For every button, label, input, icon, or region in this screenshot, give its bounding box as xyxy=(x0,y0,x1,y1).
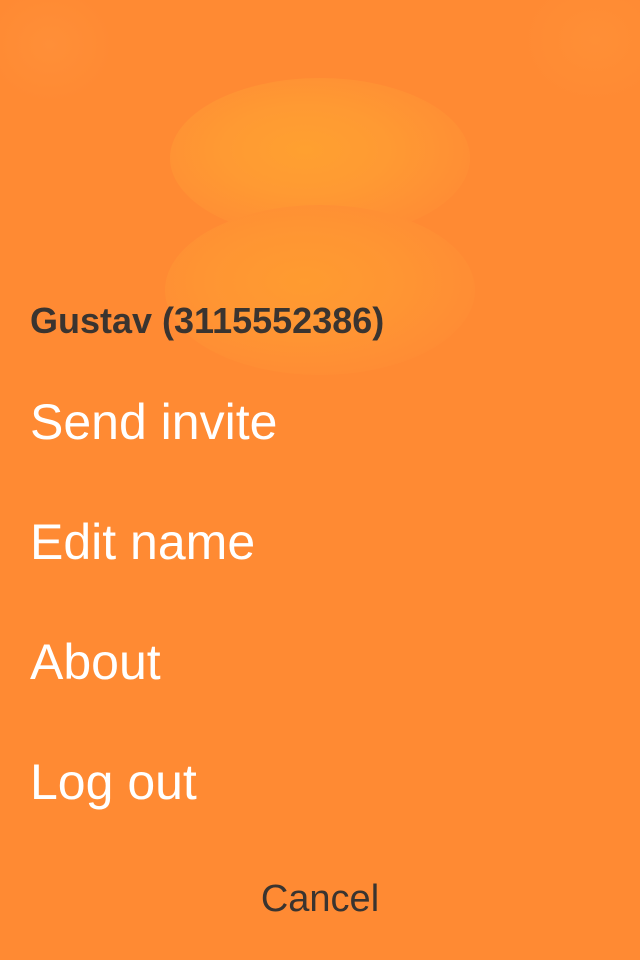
about-button[interactable]: About xyxy=(30,633,161,691)
cancel-button[interactable]: Cancel xyxy=(0,878,640,921)
edit-name-button[interactable]: Edit name xyxy=(30,513,255,571)
log-out-button[interactable]: Log out xyxy=(30,753,197,811)
contact-title: Gustav (3115552386) xyxy=(30,300,385,341)
action-menu: Gustav (3115552386) Send invite Edit nam… xyxy=(0,0,640,960)
send-invite-button[interactable]: Send invite xyxy=(30,393,277,451)
